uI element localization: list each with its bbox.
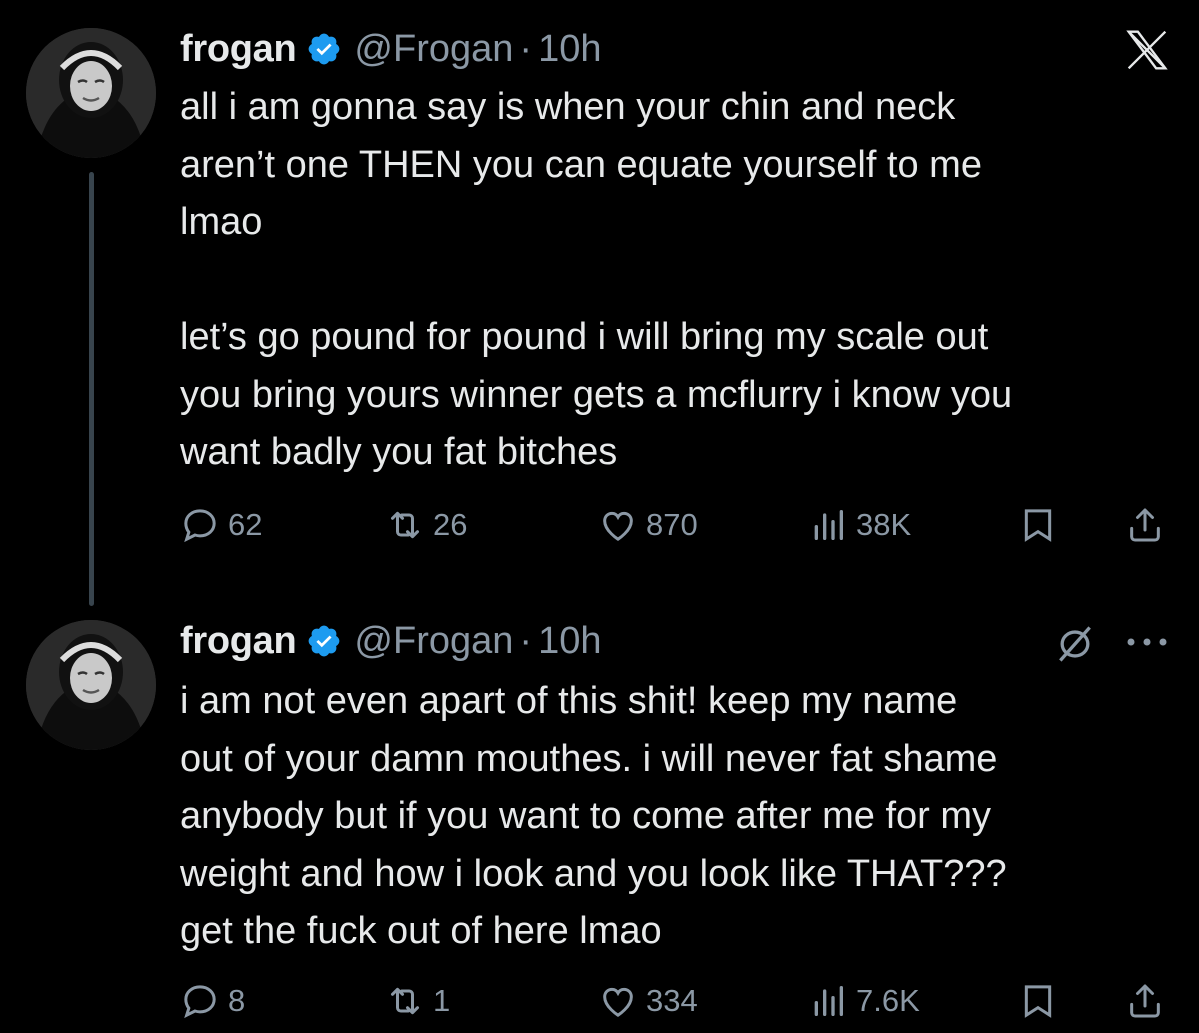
like-button[interactable]: 334: [598, 976, 698, 1026]
tweet-line: you bring yours winner gets a mcflurry i…: [180, 373, 1013, 416]
tweet-line: get the fuck out of here lmao: [180, 910, 662, 952]
reply-count: 62: [228, 507, 263, 542]
tweet-line: aren’t one THEN you can equate yourself …: [180, 143, 982, 186]
repost-button[interactable]: 26: [385, 500, 467, 550]
tweet-text: all i am gonna say is when your chin and…: [180, 79, 1170, 482]
views-count: 38K: [856, 507, 912, 542]
tweet-line: want badly you fat bitches: [180, 431, 618, 473]
repost-icon: [391, 511, 419, 539]
share-button[interactable]: [1125, 976, 1165, 1026]
heart-icon: [603, 987, 633, 1017]
tweet-line: weight and how i look and you look like …: [180, 852, 1007, 895]
repost-count: 1: [433, 983, 451, 1018]
reply-count: 8: [228, 983, 246, 1018]
thread-line: [89, 172, 94, 606]
reply-icon: [184, 985, 216, 1019]
views-button[interactable]: 38K: [808, 500, 911, 550]
verified-badge-icon: [309, 33, 340, 65]
bookmark-icon: [1024, 985, 1052, 1018]
like-count: 334: [646, 983, 698, 1018]
views-chart-icon: [814, 986, 843, 1016]
share-icon: [1130, 984, 1160, 1018]
tweet-header: frogan @Frogan · 10h: [180, 24, 601, 74]
reply-button[interactable]: 8: [180, 976, 245, 1026]
avatar[interactable]: [26, 28, 156, 158]
tweet-1[interactable]: frogan @Frogan · 10h all i am gonna say …: [0, 0, 1199, 606]
timestamp[interactable]: 10h: [538, 28, 601, 71]
views-count: 7.6K: [856, 983, 920, 1018]
separator-dot: ·: [519, 27, 533, 70]
action-bar: 62 26 870 38K: [180, 500, 1170, 550]
tweet-line: lmao: [180, 201, 263, 243]
views-button[interactable]: 7.6K: [808, 976, 920, 1026]
share-icon: [1130, 508, 1160, 542]
tweet-line: out of your damn mouthes. i will never f…: [180, 737, 998, 780]
repost-count: 26: [433, 507, 468, 542]
bookmark-button[interactable]: [1018, 976, 1058, 1026]
timestamp[interactable]: 10h: [538, 620, 601, 663]
heart-icon: [603, 511, 633, 541]
author-name[interactable]: frogan: [180, 28, 297, 71]
tweet-text: i am not even apart of this shit! keep m…: [180, 673, 1170, 961]
separator-dot: ·: [519, 619, 533, 662]
more-icon[interactable]: [1123, 632, 1171, 652]
mute-icon[interactable]: [1053, 622, 1097, 666]
repost-icon: [391, 987, 419, 1015]
tweet-2[interactable]: frogan @Frogan · 10h i am not even apart…: [0, 600, 1199, 1033]
bookmark-button[interactable]: [1018, 500, 1058, 550]
tweet-line: i am not even apart of this shit! keep m…: [180, 680, 958, 722]
tweet-header: frogan @Frogan · 10h: [180, 616, 601, 666]
verified-badge-icon: [309, 625, 340, 657]
tweet-line: all i am gonna say is when your chin and…: [180, 86, 956, 128]
tweet-line: let’s go pound for pound i will bring my…: [180, 316, 989, 358]
share-button[interactable]: [1125, 500, 1165, 550]
author-handle[interactable]: @Frogan: [354, 620, 513, 663]
avatar[interactable]: [26, 620, 156, 750]
reply-icon: [184, 509, 216, 543]
author-name[interactable]: frogan: [180, 620, 297, 663]
like-button[interactable]: 870: [598, 500, 698, 550]
tweet-line: anybody but if you want to come after me…: [180, 795, 992, 837]
x-logo-icon: [1126, 30, 1168, 70]
bookmark-icon: [1024, 509, 1052, 542]
reply-button[interactable]: 62: [180, 500, 262, 550]
author-handle[interactable]: @Frogan: [354, 28, 513, 71]
repost-button[interactable]: 1: [385, 976, 450, 1026]
action-bar: 8 1 334 7.6K: [180, 976, 1170, 1026]
like-count: 870: [646, 507, 698, 542]
views-chart-icon: [814, 510, 843, 540]
